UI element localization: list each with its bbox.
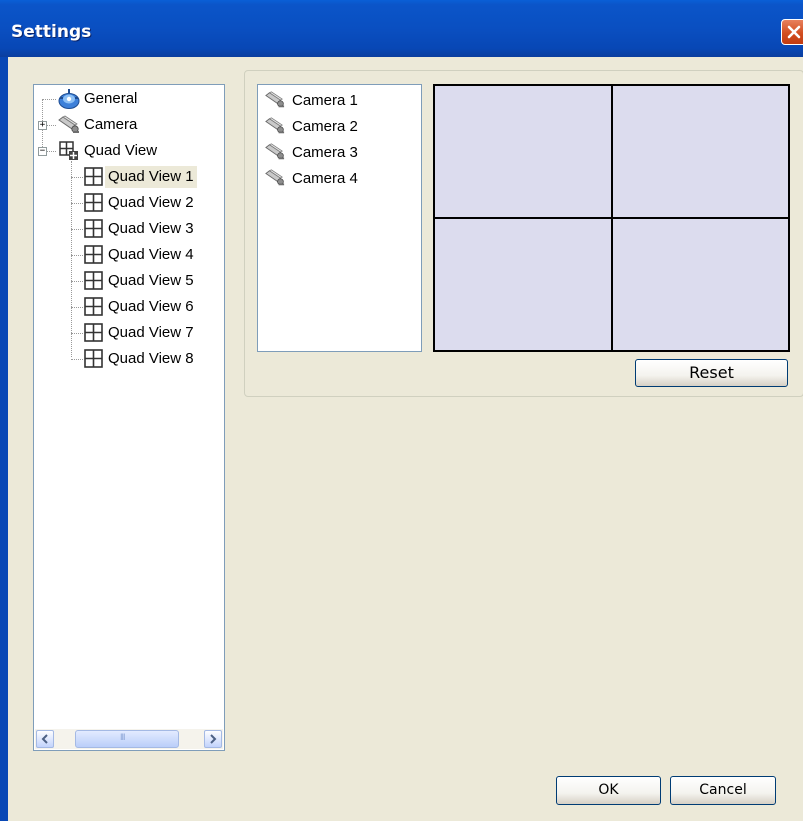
tree-item-label: Quad View 7 <box>108 324 194 341</box>
collapse-quad-view-button[interactable]: − <box>38 147 47 156</box>
tree-item-quad-view[interactable]: Quad View <box>57 139 160 163</box>
tree-connector <box>71 255 83 256</box>
tree-item-label: Quad View 1 <box>105 166 197 188</box>
tree-connector <box>71 229 83 230</box>
grid-icon <box>84 297 103 316</box>
grid-icon <box>84 167 103 186</box>
camera-list[interactable]: Camera 1 Camera 2 Camera 3 Camera 4 <box>257 84 422 352</box>
tree-item-label: Quad View 2 <box>108 194 194 211</box>
grid-icon <box>84 323 103 342</box>
tree-connector <box>71 203 83 204</box>
tree-item-label: Camera <box>84 116 138 133</box>
tree-item-quad-view-2[interactable]: Quad View 2 <box>83 191 197 215</box>
ok-button[interactable]: OK <box>556 776 661 805</box>
window-frame-left <box>0 57 8 821</box>
tree-connector <box>42 99 56 100</box>
tree-connector <box>71 307 83 308</box>
grid-icon <box>84 193 103 212</box>
window-title: Settings <box>11 22 92 42</box>
grid-icon <box>84 245 103 264</box>
tree-item-camera[interactable]: Camera <box>57 113 140 137</box>
tree-connector <box>71 161 72 357</box>
camera-label: Camera 3 <box>292 143 358 161</box>
tree-connector <box>47 125 56 126</box>
scroll-right-button[interactable] <box>204 730 222 748</box>
tree-item-quad-view-4[interactable]: Quad View 4 <box>83 243 197 267</box>
tree-item-quad-view-7[interactable]: Quad View 7 <box>83 321 197 345</box>
grid-icon <box>84 219 103 238</box>
scroll-left-button[interactable] <box>36 730 54 748</box>
tree-connector <box>47 151 56 152</box>
tree-item-label: General <box>84 90 138 107</box>
camera-list-item-1[interactable]: Camera 1 <box>264 88 358 112</box>
camera-icon <box>58 115 79 133</box>
camera-label: Camera 4 <box>292 169 358 187</box>
camera-label: Camera 2 <box>292 117 358 135</box>
tree-item-quad-view-8[interactable]: Quad View 8 <box>83 347 197 371</box>
camera-list-item-2[interactable]: Camera 2 <box>264 114 358 138</box>
grid-icon <box>84 349 103 368</box>
quad-preview[interactable] <box>433 84 790 352</box>
tree-item-label: Quad View 3 <box>108 220 194 237</box>
tree-item-label: Quad View 5 <box>108 272 194 289</box>
gear-icon <box>58 89 80 109</box>
scrollbar-thumb[interactable]: III <box>75 730 179 748</box>
chevron-left-icon <box>41 734 48 744</box>
quad-divider-horizontal <box>435 217 788 219</box>
camera-list-item-4[interactable]: Camera 4 <box>264 166 358 190</box>
expand-camera-button[interactable]: + <box>38 121 47 130</box>
settings-tree[interactable]: + − General Camera Quad View Quad View 1… <box>33 84 225 751</box>
tree-connector <box>71 177 83 178</box>
camera-label: Camera 1 <box>292 91 358 109</box>
tree-connector <box>71 333 83 334</box>
reset-button[interactable]: Reset <box>635 359 788 387</box>
close-icon <box>787 25 801 39</box>
chevron-right-icon <box>210 734 217 744</box>
tree-horizontal-scrollbar[interactable]: III <box>35 729 223 749</box>
tree-item-quad-view-6[interactable]: Quad View 6 <box>83 295 197 319</box>
tree-connector <box>71 281 83 282</box>
camera-list-item-3[interactable]: Camera 3 <box>264 140 358 164</box>
tree-item-general[interactable]: General <box>57 87 140 111</box>
tree-item-quad-view-1[interactable]: Quad View 1 <box>83 165 197 189</box>
tree-connector <box>71 359 83 360</box>
tree-item-label: Quad View <box>84 142 158 159</box>
close-button[interactable] <box>781 19 803 45</box>
scrollbar-grip: III <box>120 732 125 742</box>
tree-item-quad-view-5[interactable]: Quad View 5 <box>83 269 197 293</box>
tree-item-quad-view-3[interactable]: Quad View 3 <box>83 217 197 241</box>
camera-icon <box>265 91 285 108</box>
grid-icon <box>84 271 103 290</box>
cancel-button[interactable]: Cancel <box>670 776 776 805</box>
tree-item-label: Quad View 8 <box>108 350 194 367</box>
camera-icon <box>265 143 285 160</box>
tree-item-label: Quad View 6 <box>108 298 194 315</box>
tree-item-label: Quad View 4 <box>108 246 194 263</box>
camera-icon <box>265 169 285 186</box>
camera-icon <box>265 117 285 134</box>
quad-view-icon <box>59 141 78 160</box>
title-bar[interactable]: Settings <box>0 0 803 57</box>
